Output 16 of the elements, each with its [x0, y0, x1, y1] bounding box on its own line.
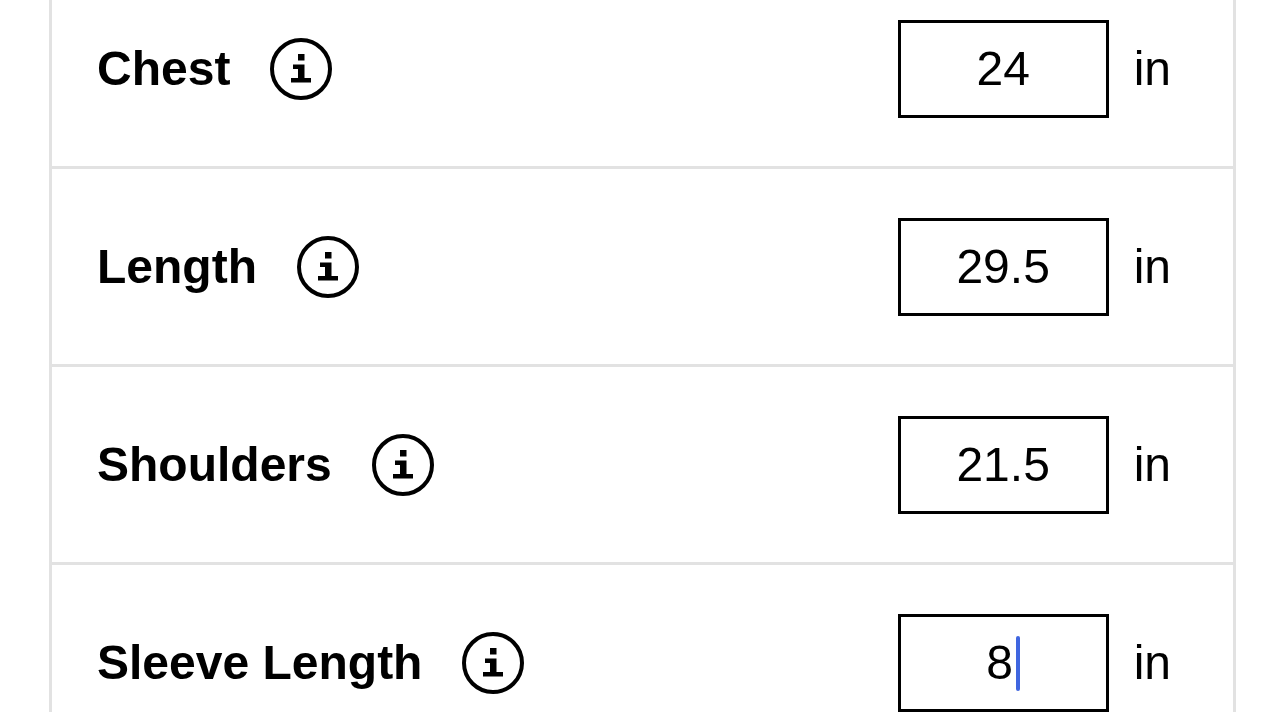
unit-label: in	[1133, 45, 1171, 93]
unit-label: in	[1133, 243, 1171, 291]
info-icon[interactable]	[296, 236, 359, 298]
unit-label: in	[1133, 441, 1171, 489]
measurement-label: Chest	[97, 45, 231, 93]
unit-label: in	[1133, 639, 1171, 687]
measurement-label: Length	[97, 243, 257, 291]
input-field[interactable]: 29.5	[897, 218, 1109, 316]
input-field[interactable]: 8	[897, 614, 1109, 712]
measurement-label: Sleeve Length	[97, 639, 423, 687]
input-field[interactable]: 21.5	[897, 416, 1109, 514]
input-field[interactable]: 24	[897, 20, 1109, 118]
info-icon[interactable]	[462, 632, 525, 694]
info-icon[interactable]	[371, 434, 434, 496]
info-icon[interactable]	[270, 38, 333, 100]
measurement-label: Shoulders	[97, 441, 332, 489]
